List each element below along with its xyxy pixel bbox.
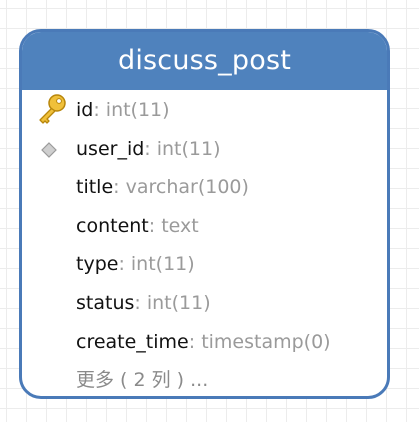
column-list: id: int(11) user_id: int(11) title: varc… (22, 90, 387, 396)
column-type: : int(11) (134, 291, 211, 314)
column-name: title (76, 176, 114, 199)
column-row-user-id[interactable]: user_id: int(11) (22, 130, 387, 169)
column-type: : timestamp(0) (188, 330, 331, 353)
column-type: : text (148, 214, 199, 237)
column-row-content[interactable]: content: text (22, 207, 387, 246)
column-name: user_id (76, 137, 145, 160)
column-type: : varchar(100) (113, 176, 249, 199)
column-name: type (76, 253, 119, 276)
table-entity-discuss-post[interactable]: discuss_post id: int(11) user_id: int(11… (19, 29, 390, 399)
column-name: id (76, 99, 94, 121)
column-name: content (76, 214, 149, 237)
column-type: : int(11) (93, 99, 170, 121)
column-row-title[interactable]: title: varchar(100) (22, 168, 387, 207)
column-row-type[interactable]: type: int(11) (22, 245, 387, 284)
column-name: create_time (76, 330, 189, 353)
column-name: status (76, 291, 135, 314)
column-row-create-time[interactable]: create_time: timestamp(0) (22, 323, 387, 362)
primary-key-icon (34, 91, 70, 129)
index-diamond-icon (34, 130, 70, 168)
more-columns-label: 更多 ( 2 列 ) ... (76, 369, 209, 392)
column-row-status[interactable]: status: int(11) (22, 284, 387, 323)
more-columns-link[interactable]: 更多 ( 2 列 ) ... (22, 361, 387, 396)
column-type: : int(11) (144, 137, 221, 160)
table-title: discuss_post (22, 32, 387, 90)
column-type: : int(11) (118, 253, 195, 276)
column-row-id[interactable]: id: int(11) (22, 91, 387, 130)
